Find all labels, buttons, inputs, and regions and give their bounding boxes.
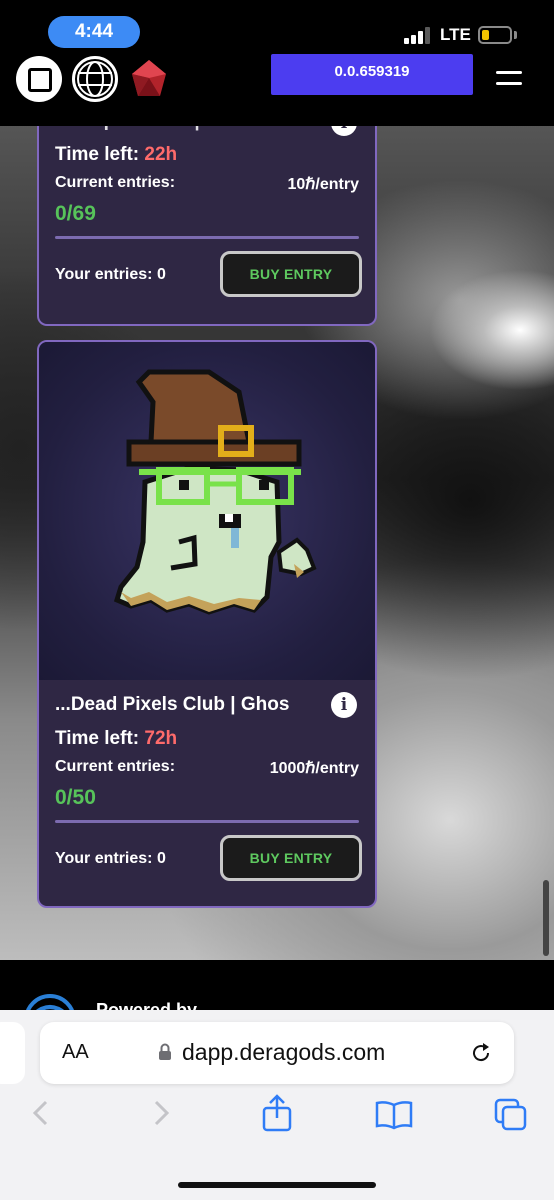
time-left: Time left: 22h	[55, 144, 177, 166]
current-entries-row: Current entries: 10ℏ/entry	[55, 174, 359, 194]
nft-image[interactable]	[39, 342, 375, 680]
browser-toolbar: AA dapp.deragods.com	[0, 1010, 554, 1200]
network-label: LTE	[440, 25, 471, 44]
current-entries-row: Current entries: 1000ℏ/entry	[55, 758, 359, 778]
entry-price: 1000ℏ/entry	[269, 760, 359, 777]
scrollbar[interactable]	[543, 880, 549, 956]
gem-icon[interactable]	[126, 56, 172, 102]
divider	[55, 236, 359, 239]
status-bar: 4:44 LTE	[0, 0, 554, 60]
lock-icon	[159, 1043, 171, 1060]
battery-cap	[514, 31, 517, 39]
ghost-nft-art	[113, 369, 317, 615]
app-header: 0.0.659319	[0, 54, 554, 126]
signal-icon	[404, 26, 434, 44]
time-left-label: Time left:	[55, 144, 140, 165]
bookmarks-icon[interactable]	[374, 1100, 414, 1130]
current-entries-label: Current entries:	[55, 174, 176, 191]
time-left: Time left: 72h	[55, 728, 177, 750]
home-indicator[interactable]	[178, 1182, 376, 1188]
your-entries: Your entries: 0	[55, 850, 166, 867]
reader-options-button[interactable]: AA	[62, 1041, 89, 1064]
battery-icon	[478, 26, 512, 44]
info-icon[interactable]: i	[331, 692, 357, 718]
wallet-balance-button[interactable]: 0.0.659319	[271, 54, 473, 95]
entries-count: 0/50	[55, 786, 96, 809]
hamburger-menu-icon[interactable]	[496, 68, 524, 88]
current-entries-label: Current entries:	[55, 758, 176, 775]
raffle-title: ...Dead Pixels Club | Ghos	[55, 694, 290, 715]
raffle-card: ...Dead Pixels Club | Ghos i Time left: …	[37, 340, 377, 908]
address-bar[interactable]: AA dapp.deragods.com	[40, 1022, 514, 1084]
buy-entry-button[interactable]: BUY ENTRY	[220, 251, 362, 297]
time-left-label: Time left:	[55, 728, 140, 749]
time-left-value: 72h	[144, 728, 178, 749]
divider	[55, 820, 359, 823]
time-left-value: 22h	[144, 144, 178, 165]
reload-icon[interactable]	[468, 1040, 494, 1066]
url-text[interactable]: dapp.deragods.com	[182, 1039, 385, 1066]
tabs-icon[interactable]	[494, 1098, 528, 1132]
previous-tab-preview[interactable]	[0, 1022, 25, 1084]
status-time: 4:44	[48, 16, 140, 48]
logo-icon[interactable]	[16, 56, 62, 102]
your-entries: Your entries: 0	[55, 266, 166, 283]
entry-price: 10ℏ/entry	[287, 176, 359, 193]
globe-icon[interactable]	[72, 56, 118, 102]
forward-icon[interactable]	[150, 1098, 172, 1128]
entries-count: 0/69	[55, 202, 96, 225]
share-icon[interactable]	[260, 1094, 294, 1132]
buy-entry-button[interactable]: BUY ENTRY	[220, 835, 362, 881]
back-icon[interactable]	[30, 1098, 52, 1128]
